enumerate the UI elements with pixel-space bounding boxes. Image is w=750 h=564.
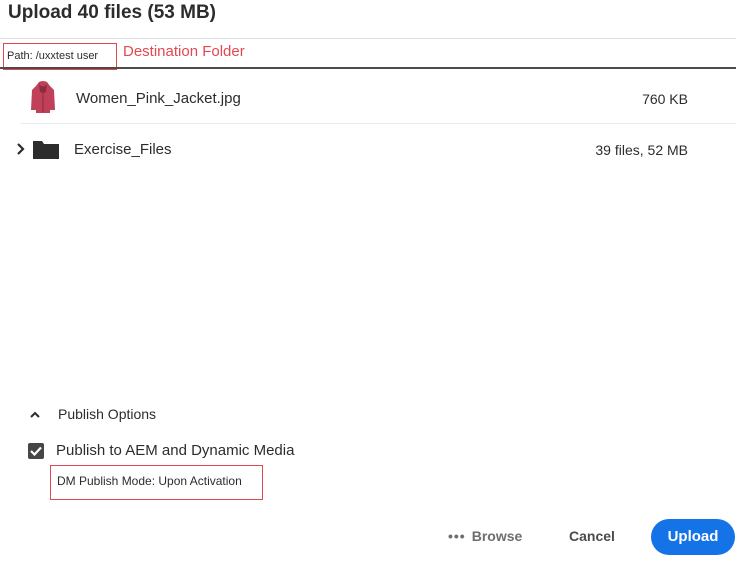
- dialog-title: Upload 40 files (53 MB): [8, 2, 216, 23]
- publish-checkbox[interactable]: [28, 443, 44, 459]
- browse-button[interactable]: ••• Browse: [448, 528, 522, 544]
- chevron-up-icon[interactable]: [29, 407, 41, 418]
- file-name: Women_Pink_Jacket.jpg: [76, 90, 241, 107]
- publish-checkbox-label[interactable]: Publish to AEM and Dynamic Media: [56, 442, 294, 459]
- publish-mode-text: DM Publish Mode: Upon Activation: [57, 474, 242, 488]
- file-row[interactable]: Women_Pink_Jacket.jpg 760 KB: [0, 80, 736, 122]
- upload-button[interactable]: Upload: [651, 519, 735, 555]
- file-size: 760 KB: [642, 91, 688, 107]
- folder-size: 39 files, 52 MB: [595, 142, 688, 158]
- path-label: Path: /uxxtest user: [7, 50, 99, 62]
- jacket-thumbnail-icon: [30, 80, 56, 114]
- folder-name: Exercise_Files: [74, 141, 172, 158]
- publish-options-toggle[interactable]: Publish Options: [58, 406, 156, 422]
- destination-annotation: Destination Folder: [123, 43, 245, 60]
- browse-label: Browse: [471, 528, 523, 544]
- folder-row[interactable]: Exercise_Files 39 files, 52 MB: [0, 131, 736, 171]
- cancel-button[interactable]: Cancel: [569, 528, 615, 544]
- checkmark-icon: [30, 446, 42, 456]
- row-divider: [20, 123, 736, 124]
- chevron-right-icon[interactable]: [16, 142, 26, 156]
- more-icon: •••: [448, 528, 466, 544]
- folder-icon: [33, 139, 59, 159]
- path-divider: [0, 67, 736, 69]
- title-divider: [0, 38, 736, 39]
